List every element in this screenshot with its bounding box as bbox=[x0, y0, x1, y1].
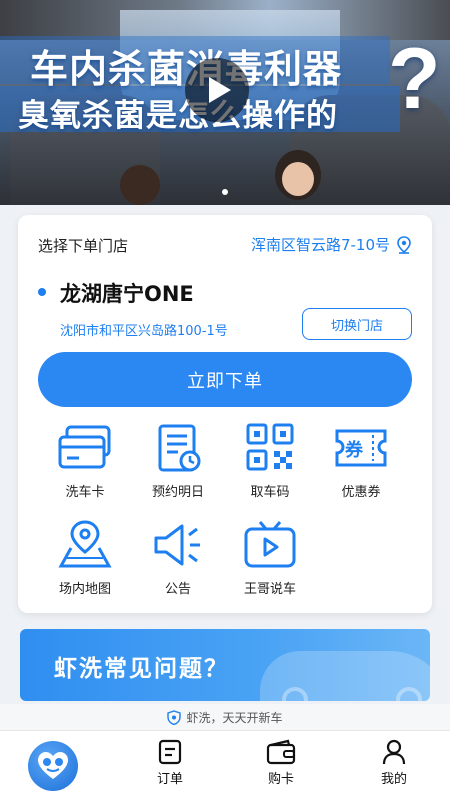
feature-label: 公告 bbox=[164, 582, 191, 597]
switch-store-button[interactable]: 切换门店 bbox=[302, 308, 412, 340]
feature-label: 预约明日 bbox=[151, 485, 204, 500]
location-text: 浑南区智云路7-10号 bbox=[250, 236, 390, 254]
question-mark: ? bbox=[388, 31, 441, 127]
order-now-button[interactable]: 立即下单 bbox=[38, 352, 412, 407]
feature-label: 洗车卡 bbox=[65, 485, 105, 500]
store-address: 沈阳市和平区兴岛路100-1号 bbox=[60, 324, 228, 339]
carousel-indicator[interactable] bbox=[222, 189, 228, 195]
feature-pickup-code[interactable]: 取车码 bbox=[225, 423, 315, 500]
feature-label: 场内地图 bbox=[58, 582, 111, 597]
store-indicator-dot bbox=[38, 288, 46, 296]
order-icon bbox=[158, 739, 182, 765]
feature-reserve-tomorrow[interactable]: 预约明日 bbox=[133, 423, 223, 500]
user-icon bbox=[382, 739, 406, 765]
faq-title: 虾洗常见问题？ bbox=[54, 656, 229, 682]
feature-venue-map[interactable]: 场内地图 bbox=[40, 520, 130, 597]
faq-banner[interactable]: 虾洗常见问题？ bbox=[20, 629, 430, 701]
feature-announcement[interactable]: 公告 bbox=[133, 520, 223, 597]
feature-wash-card[interactable]: 洗车卡 bbox=[40, 423, 130, 500]
wallet-icon bbox=[266, 739, 296, 765]
map-icon bbox=[58, 520, 112, 568]
coupon-icon: 券 bbox=[335, 429, 387, 467]
shrimp-logo-icon bbox=[38, 752, 68, 779]
location-pin-icon bbox=[397, 235, 411, 254]
nav-orders[interactable]: 订单 bbox=[140, 739, 200, 787]
nav-buy-card[interactable]: 购卡 bbox=[251, 739, 311, 787]
feature-label: 取车码 bbox=[250, 485, 290, 500]
child-face bbox=[282, 162, 314, 196]
feature-coupon[interactable]: 券 优惠券 bbox=[316, 423, 406, 500]
slogan-text: 虾洗，天天开新车 bbox=[186, 710, 283, 725]
hero-banner[interactable]: 车内杀菌消毒利器 臭氧杀菌是怎么操作的 ? bbox=[0, 0, 450, 205]
slogan-bar: 虾洗，天天开新车 bbox=[0, 704, 450, 730]
nav-label: 我的 bbox=[380, 772, 407, 787]
nav-label: 订单 bbox=[156, 772, 183, 787]
nav-profile[interactable]: 我的 bbox=[364, 739, 424, 787]
qrcode-icon bbox=[246, 423, 294, 471]
coupon-glyph: 券 bbox=[344, 439, 364, 461]
hero-subtitle: 臭氧杀菌是怎么操作的 bbox=[18, 98, 338, 134]
card-icon bbox=[58, 425, 111, 469]
video-play-button[interactable] bbox=[185, 58, 249, 122]
feature-car-talk[interactable]: 王哥说车 bbox=[225, 520, 315, 597]
nav-home-button[interactable] bbox=[28, 741, 78, 791]
calendar-icon bbox=[158, 424, 201, 472]
feature-label: 王哥说车 bbox=[243, 582, 296, 597]
megaphone-icon bbox=[154, 524, 200, 566]
order-card: 选择下单门店 浑南区智云路7-10号 龙湖唐宁ONE 沈阳市和平区兴岛路100-… bbox=[18, 215, 432, 613]
nav-label: 购卡 bbox=[267, 772, 294, 787]
child-figure bbox=[120, 165, 160, 205]
feature-label: 优惠券 bbox=[341, 485, 381, 500]
select-store-heading: 选择下单门店 bbox=[38, 237, 129, 255]
bottom-nav: 订单 购卡 我的 bbox=[0, 730, 450, 800]
tv-icon bbox=[244, 521, 296, 568]
shield-icon bbox=[167, 709, 182, 725]
store-name: 龙湖唐宁ONE bbox=[60, 282, 194, 306]
play-icon bbox=[209, 77, 231, 103]
current-location[interactable]: 浑南区智云路7-10号 bbox=[251, 234, 412, 255]
